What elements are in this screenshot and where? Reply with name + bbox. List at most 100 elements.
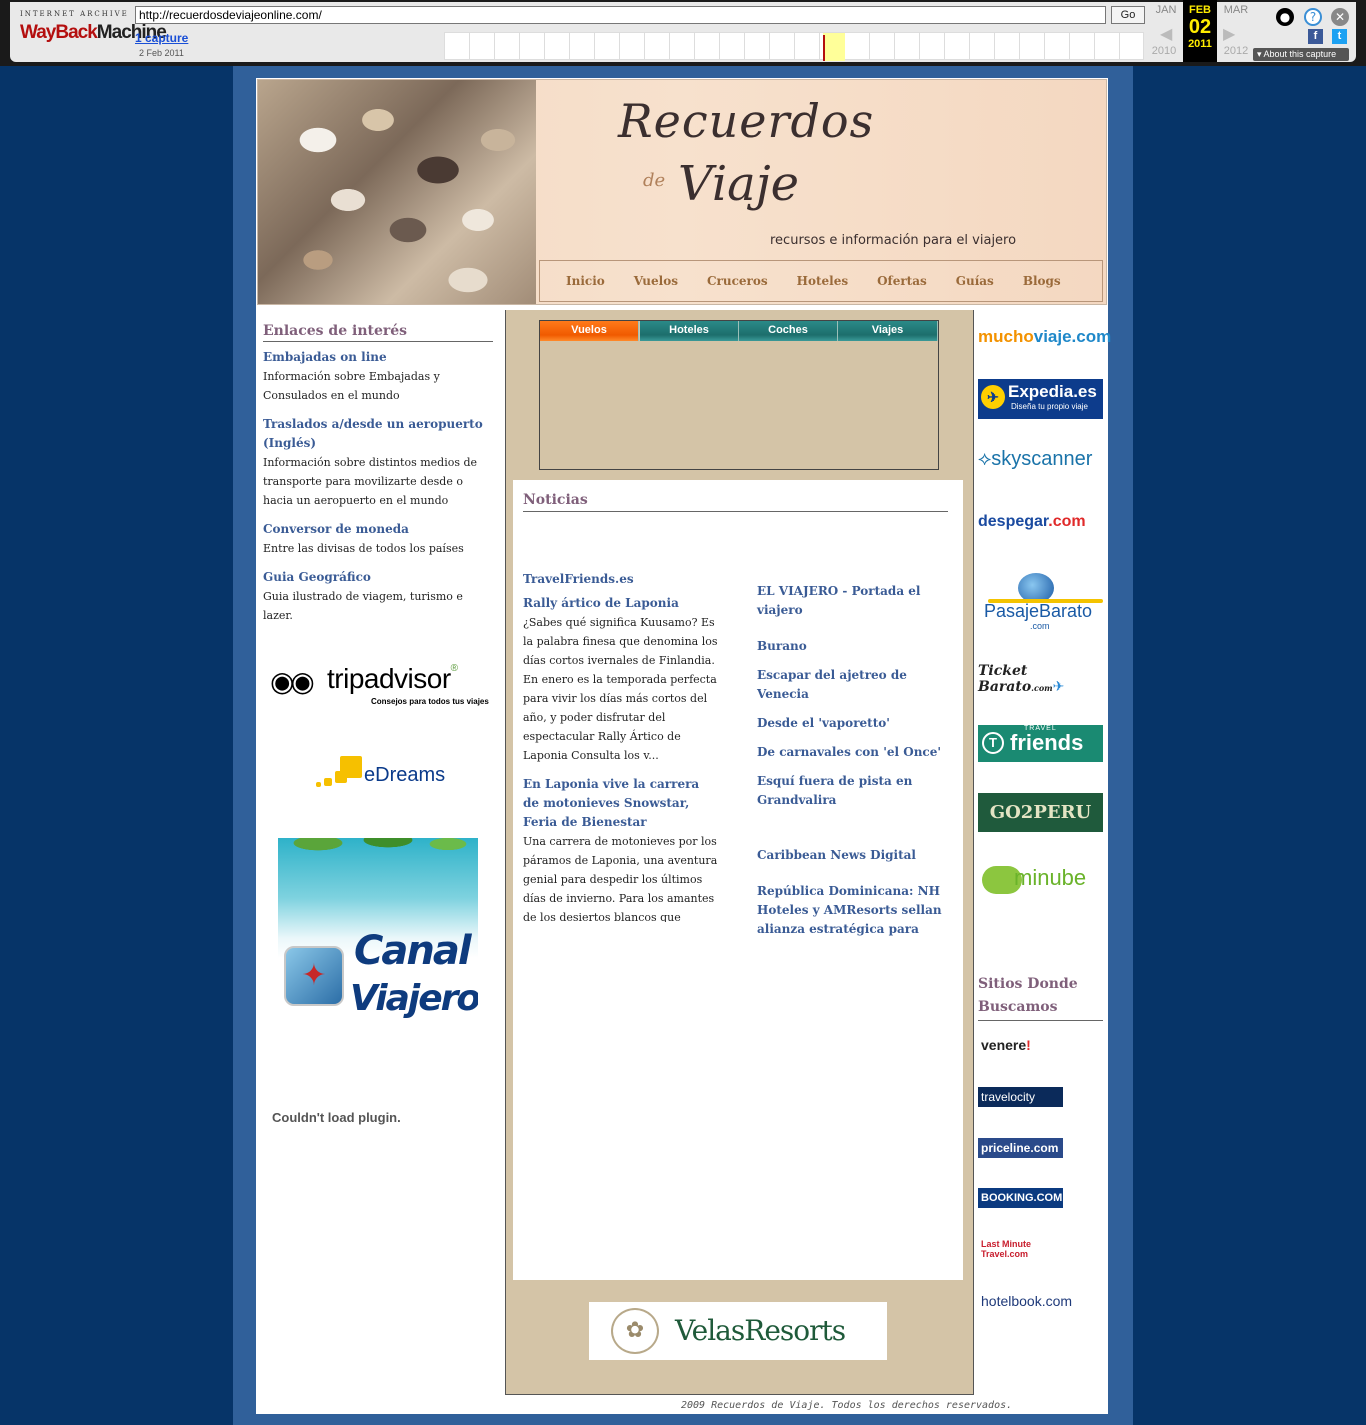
travelfriends-logo[interactable]: T TRAVEL friends [978, 725, 1103, 762]
wayback-capture-date: 2 Feb 2011 [139, 48, 184, 58]
lastminute-logo[interactable]: Last Minute Travel.com [978, 1238, 1063, 1259]
current-month: FEB [1189, 4, 1211, 16]
wayback-go-button[interactable]: Go [1111, 6, 1145, 24]
twitter-icon[interactable]: t [1332, 29, 1347, 44]
logo-de: de [643, 170, 666, 191]
current-capture-date: FEB 02 2011 [1183, 0, 1217, 62]
about-capture-button[interactable]: ▾ About this capture [1253, 48, 1349, 61]
news-source-elviajero[interactable]: EL VIAJERO - Portada el viajero [757, 582, 952, 620]
nav-inicio[interactable]: Inicio [566, 274, 605, 288]
next-month[interactable]: MAR [1221, 4, 1251, 16]
ticketbarato-logo[interactable]: Ticket Barato.com✈ [978, 663, 1103, 703]
travelfriends-icon: T [982, 732, 1004, 754]
velas-resorts-logo: VelasResorts [675, 1314, 846, 1347]
link-guia-desc: Guia ilustrado de viagem, turismo e laze… [263, 590, 463, 622]
facebook-icon[interactable]: f [1308, 29, 1323, 44]
next-capture-arrow-icon[interactable]: ▶ [1223, 24, 1235, 43]
travelocity-logo[interactable]: travelocity [978, 1087, 1063, 1107]
sparkline-highlight [823, 33, 845, 61]
plane-icon: ✈ [981, 385, 1005, 409]
news-source-travelfriends[interactable]: TravelFriends.es [523, 570, 718, 589]
logo-viaje[interactable]: Viaje [678, 156, 799, 212]
prev-capture-arrow-icon[interactable]: ◀ [1160, 24, 1172, 43]
muchoviaje-a: mucho [978, 327, 1034, 346]
news-item-title[interactable]: En Laponia vive la carrera de motonieves… [523, 775, 718, 832]
priceline-logo[interactable]: priceline.com [978, 1138, 1063, 1158]
muchoviaje-b: viaje.com [1033, 327, 1112, 346]
skyscanner-logo[interactable]: ⟡skyscanner [978, 448, 1103, 488]
wayback-url-input[interactable] [135, 6, 1106, 24]
sitios-title: Sitios Donde Buscamos [978, 973, 1103, 1021]
pasaje-name: PasajeBarato [984, 601, 1093, 621]
expedia-slogan: Diseña tu propio viaje [1011, 402, 1088, 411]
wayback-toolbar: INTERNET ARCHIVE WayBackMachine Go 1 cap… [0, 0, 1366, 66]
canal-viajero-line1: Canal [354, 928, 472, 974]
ticket-name: Ticket Barato [978, 663, 1032, 695]
news-link[interactable]: Desde el 'vaporetto' [757, 714, 952, 733]
sparkline-capture-mark[interactable] [823, 35, 825, 61]
nav-guias[interactable]: Guías [956, 274, 994, 288]
velas-ornament-icon: ✿ [611, 1308, 659, 1354]
link-guia[interactable]: Guia Geográfico [263, 568, 493, 587]
news-link[interactable]: Escapar del ajetreo de Venecia [757, 666, 952, 704]
edreams-dot [340, 756, 362, 778]
edreams-banner[interactable]: eDreams [316, 756, 446, 796]
prev-month[interactable]: JAN [1151, 4, 1181, 16]
news-item-body: Una carrera de motonieves por los páramo… [523, 835, 718, 922]
nav-cruceros[interactable]: Cruceros [707, 274, 768, 288]
wayback-sparkline[interactable] [444, 32, 1144, 61]
next-year[interactable]: 2012 [1221, 45, 1251, 57]
venere-logo[interactable]: venere! [978, 1035, 1063, 1055]
canal-viajero-banner[interactable]: ✦ Canal Viajero [278, 838, 478, 1038]
user-icon[interactable]: ● [1276, 8, 1294, 26]
pasaje-com: .com [1030, 621, 1050, 631]
nav-vuelos[interactable]: Vuelos [634, 274, 678, 288]
news-link[interactable]: Esquí fuera de pista en Grandvalira [757, 772, 952, 810]
link-embajadas-desc: Información sobre Embajadas y Consulados… [263, 370, 440, 402]
booking-logo[interactable]: BOOKING.COM [978, 1188, 1063, 1208]
wayback-captures-link[interactable]: 1 capture [135, 31, 188, 45]
palm-leaves [278, 838, 478, 868]
despegar-a: despegar [978, 513, 1049, 530]
minube-logo[interactable]: minube [978, 863, 1103, 899]
tab-vuelos[interactable]: Vuelos [540, 321, 639, 341]
tab-coches[interactable]: Coches [739, 321, 838, 341]
links-title: Enlaces de interés [263, 323, 493, 342]
prev-year[interactable]: 2010 [1149, 45, 1179, 57]
logo-recuerdos[interactable]: Recuerdos [618, 94, 874, 148]
news-source-caribbean[interactable]: Caribbean News Digital [757, 846, 952, 865]
tab-hoteles[interactable]: Hoteles [640, 321, 739, 341]
news-link[interactable]: De carnavales con 'el Once' [757, 743, 952, 762]
nav-blogs[interactable]: Blogs [1023, 274, 1061, 288]
tripadvisor-logo: tripadvisor® [327, 663, 458, 695]
nav-ofertas[interactable]: Ofertas [877, 274, 927, 288]
tab-viajes[interactable]: Viajes [838, 321, 938, 341]
close-icon[interactable]: ✕ [1331, 8, 1349, 26]
velas-resorts-banner[interactable]: ✿ VelasResorts [589, 1302, 887, 1360]
link-traslados[interactable]: Traslados a/desde un aeropuerto (Inglés) [263, 415, 493, 453]
despegar-logo[interactable]: despegar.com [978, 513, 1103, 553]
news-item-body: ¿Sabes qué significa Kuusamo? Es la pala… [523, 616, 718, 762]
news-link[interactable]: República Dominicana: NH Hoteles y AMRes… [757, 882, 952, 939]
pasajebarato-logo[interactable]: PasajeBarato .com [978, 573, 1103, 633]
news-link[interactable]: Burano [757, 637, 952, 656]
canal-viajero-line2: Viajero [350, 978, 478, 1019]
skyscanner-glyph-icon: ⟡ [978, 448, 992, 470]
hotelbook-logo[interactable]: hotelbook.com [978, 1291, 1072, 1311]
go2peru-logo[interactable]: GO2PERU [978, 793, 1103, 832]
link-conversor[interactable]: Conversor de moneda [263, 520, 493, 539]
main-nav: Inicio Vuelos Cruceros Hoteles Ofertas G… [539, 260, 1103, 302]
help-icon[interactable]: ? [1304, 8, 1322, 26]
search-widget: Vuelos Hoteles Coches Viajes [539, 320, 939, 470]
nav-hoteles[interactable]: Hoteles [797, 274, 848, 288]
tripadvisor-banner[interactable]: ◉◉ tripadvisor® Consejos para todos tus … [270, 663, 500, 713]
skyscanner-name: skyscanner [991, 448, 1093, 470]
venere-name: venere [981, 1037, 1027, 1053]
site-header: Recuerdos de Viaje recursos e informació… [257, 79, 1107, 305]
despegar-b: .com [1048, 513, 1086, 530]
link-embajadas[interactable]: Embajadas on line [263, 348, 493, 367]
news-item-title[interactable]: Rally ártico de Laponia [523, 594, 718, 613]
tripadvisor-owl-icon: ◉◉ [270, 665, 315, 698]
expedia-logo[interactable]: ✈ Expedia.es Diseña tu propio viaje [978, 379, 1103, 419]
muchoviaje-logo[interactable]: muchoviaje.com [978, 327, 1111, 367]
